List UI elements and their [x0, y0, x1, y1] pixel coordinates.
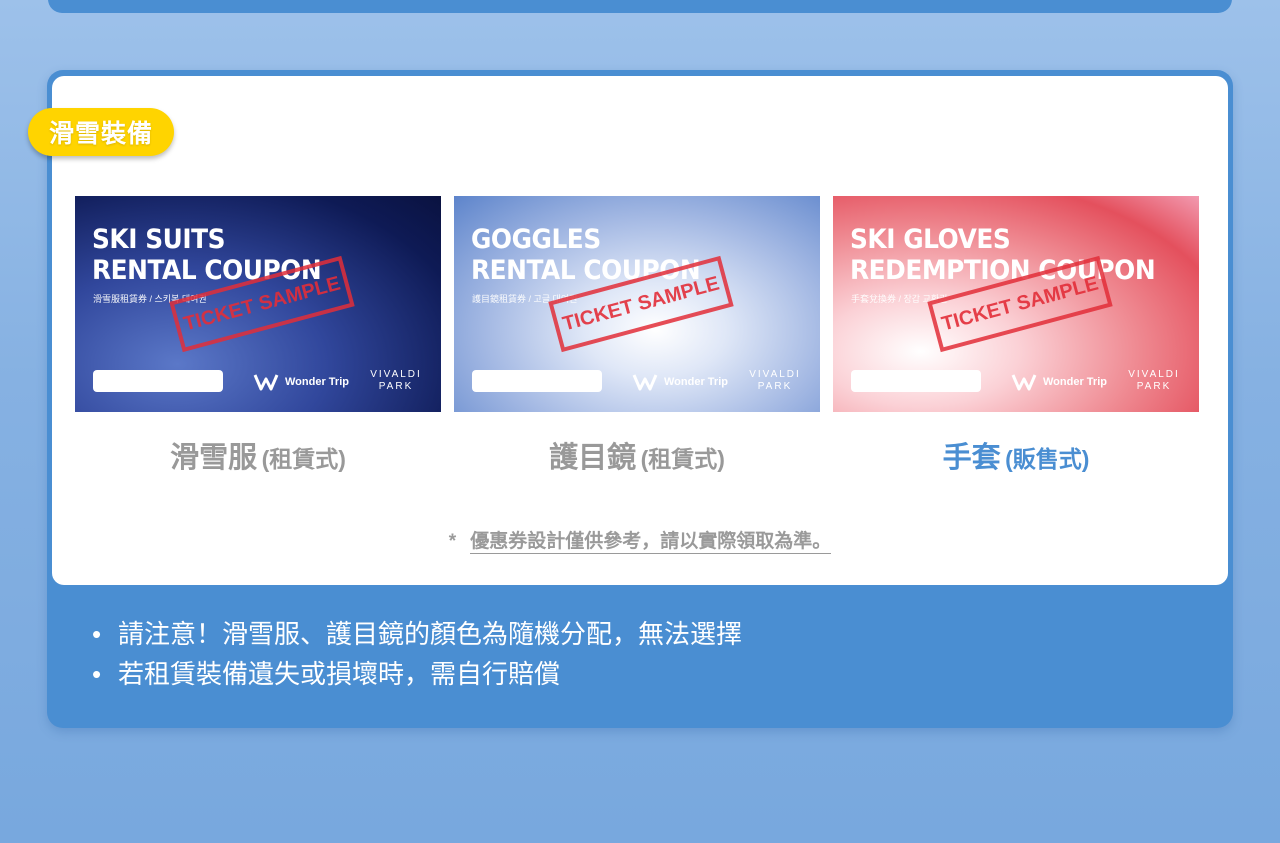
- wonder-trip-icon: [1011, 374, 1037, 391]
- wonder-trip-logo: Wonder Trip: [253, 371, 349, 393]
- wonder-trip-logo: Wonder Trip: [632, 371, 728, 393]
- coupon-card-goggles: GOGGLES RENTAL COUPON 護目鏡租賃券 / 고글 대여권 TI…: [454, 196, 820, 412]
- note-asterisk: *: [448, 531, 457, 552]
- notice-list: • 請注意！滑雪服、護目鏡的顏色為隨機分配，無法選擇 • 若租賃裝備遺失或損壞時，需…: [92, 614, 742, 694]
- vivaldi-park-logo: VIVALDI PARK: [1126, 369, 1182, 393]
- list-item-text: 若租賃裝備遺失或損壞時，需自行賠償: [118, 659, 561, 689]
- wonder-trip-logo: Wonder Trip: [1011, 371, 1107, 393]
- park-line2: PARK: [378, 381, 414, 392]
- label-sub: (租賃式): [261, 446, 346, 472]
- top-panel-edge: [48, 0, 1232, 13]
- coupon-code-box: [93, 370, 223, 392]
- label-main: 滑雪服: [170, 442, 258, 474]
- park-line1: VIVALDI: [749, 369, 801, 380]
- coupon-card-ski-suits: SKI SUITS RENTAL COUPON 滑雪服租賃券 / 스키복 대여권…: [75, 196, 441, 412]
- vivaldi-park-logo: VIVALDI PARK: [368, 369, 424, 393]
- vivaldi-park-logo: VIVALDI PARK: [747, 369, 803, 393]
- coupon-code-box: [851, 370, 981, 392]
- park-line1: VIVALDI: [370, 369, 422, 380]
- wonder-trip-text: Wonder Trip: [664, 376, 728, 388]
- wonder-trip-icon: [632, 374, 658, 391]
- coupon-card-ski-gloves: SKI GLOVES REDEMPTION COUPON 手套兌換券 / 장갑 …: [833, 196, 1199, 412]
- list-item: • 若租賃裝備遺失或損壞時，需自行賠償: [92, 654, 742, 694]
- label-sub: (販售式): [1005, 446, 1090, 472]
- label-ski-gloves: 手套 (販售式): [833, 434, 1199, 476]
- note-text: 優惠券設計僅供參考，請以實際領取為準。: [470, 531, 832, 554]
- label-goggles: 護目鏡 (租賃式): [454, 434, 820, 476]
- label-main: 護目鏡: [549, 442, 637, 474]
- park-line1: VIVALDI: [1128, 369, 1180, 380]
- list-item-text: 請注意！滑雪服、護目鏡的顏色為隨機分配，無法選擇: [118, 619, 743, 649]
- park-line2: PARK: [1136, 381, 1172, 392]
- wonder-trip-text: Wonder Trip: [1043, 376, 1107, 388]
- coupon-code-box: [472, 370, 602, 392]
- list-item: • 請注意！滑雪服、護目鏡的顏色為隨機分配，無法選擇: [92, 614, 742, 654]
- section-badge: 滑雪裝備: [28, 108, 174, 156]
- wonder-trip-text: Wonder Trip: [285, 376, 349, 388]
- label-main: 手套: [942, 442, 1001, 474]
- park-line2: PARK: [757, 381, 793, 392]
- bullet-dot: •: [92, 659, 102, 689]
- bullet-dot: •: [92, 619, 102, 649]
- disclaimer-note: * 優惠券設計僅供參考，請以實際領取為準。: [0, 526, 1280, 554]
- wonder-trip-icon: [253, 374, 279, 391]
- label-ski-suits: 滑雪服 (租賃式): [75, 434, 441, 476]
- coupon-title: SKI GLOVES REDEMPTION COUPON: [850, 224, 1156, 286]
- label-sub: (租賃式): [640, 446, 725, 472]
